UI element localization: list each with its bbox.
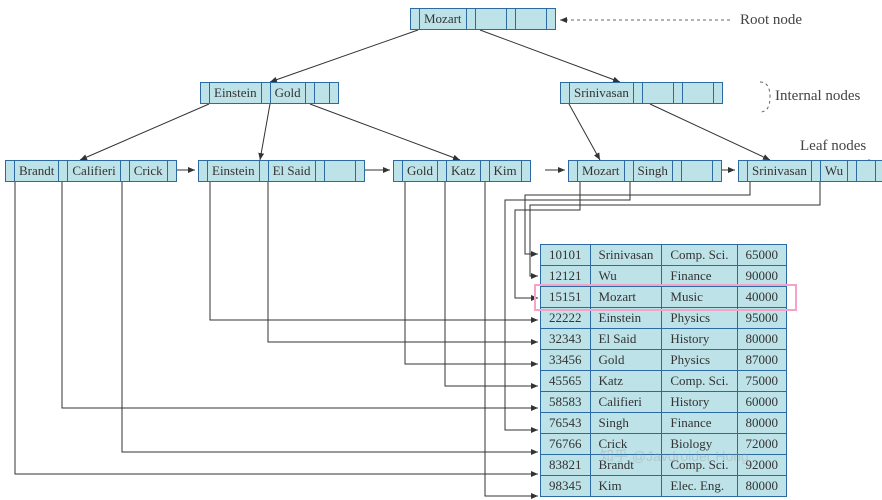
table-cell-salary: 65000	[737, 245, 787, 266]
leaf-node-1: Einstein El Said	[198, 160, 365, 182]
internal-0-key-1: Gold	[271, 83, 306, 103]
table-cell-dept: Physics	[662, 350, 737, 371]
table-cell-dept: Finance	[662, 413, 737, 434]
table-cell-salary: 75000	[737, 371, 787, 392]
leaf-node-2: Gold Katz Kim	[393, 160, 531, 182]
leaf-4-key-0: Srinivasan	[748, 161, 812, 181]
table-cell-id: 32343	[541, 329, 591, 350]
internal-label: Internal nodes	[775, 88, 860, 105]
leaf-2-key-1: Katz	[447, 161, 481, 181]
table-row: 32343El SaidHistory80000	[541, 329, 787, 350]
table-cell-name: Mozart	[590, 287, 662, 308]
table-row: 10101SrinivasanComp. Sci.65000	[541, 245, 787, 266]
table-cell-salary: 80000	[737, 476, 787, 497]
table-cell-name: Srinivasan	[590, 245, 662, 266]
root-key-0: Mozart	[420, 9, 467, 29]
table-row: 45565KatzComp. Sci.75000	[541, 371, 787, 392]
table-cell-id: 45565	[541, 371, 591, 392]
table-row: 58583CalifieriHistory60000	[541, 392, 787, 413]
table-cell-dept: Music	[662, 287, 737, 308]
table-cell-salary: 80000	[737, 413, 787, 434]
table-row: 98345KimElec. Eng.80000	[541, 476, 787, 497]
table-cell-name: Singh	[590, 413, 662, 434]
table-cell-dept: Comp. Sci.	[662, 245, 737, 266]
table-cell-id: 76543	[541, 413, 591, 434]
table-cell-salary: 40000	[737, 287, 787, 308]
root-node: Mozart	[410, 8, 556, 30]
table-cell-id: 15151	[541, 287, 591, 308]
leaf-2-key-2: Kim	[490, 161, 522, 181]
table-cell-id: 98345	[541, 476, 591, 497]
leaf-label: Leaf nodes	[800, 138, 866, 155]
table-cell-name: Wu	[590, 266, 662, 287]
table-cell-id: 10101	[541, 245, 591, 266]
leaf-node-4: Srinivasan Wu	[738, 160, 882, 182]
table-row: 15151MozartMusic40000	[541, 287, 787, 308]
leaf-node-0: Brandt Califieri Crick	[5, 160, 177, 182]
leaf-0-key-0: Brandt	[15, 161, 59, 181]
internal-node-1: Srinivasan	[560, 82, 723, 104]
table-cell-dept: Comp. Sci.	[662, 371, 737, 392]
table-row: 12121WuFinance90000	[541, 266, 787, 287]
leaf-1-key-0: Einstein	[208, 161, 260, 181]
leaf-3-key-0: Mozart	[578, 161, 625, 181]
table-cell-salary: 90000	[737, 266, 787, 287]
leaf-2-key-0: Gold	[403, 161, 438, 181]
table-cell-dept: History	[662, 329, 737, 350]
leaf-3-key-1: Singh	[634, 161, 673, 181]
table-cell-name: Katz	[590, 371, 662, 392]
root-label: Root node	[740, 12, 802, 29]
internal-1-key-0: Srinivasan	[570, 83, 634, 103]
table-cell-id: 83821	[541, 455, 591, 476]
internal-node-0: Einstein Gold	[200, 82, 339, 104]
table-cell-id: 12121	[541, 266, 591, 287]
leaf-1-key-1: El Said	[269, 161, 316, 181]
table-cell-id: 22222	[541, 308, 591, 329]
table-row: 33456GoldPhysics87000	[541, 350, 787, 371]
table-row: 22222EinsteinPhysics95000	[541, 308, 787, 329]
table-cell-dept: History	[662, 392, 737, 413]
table-cell-id: 58583	[541, 392, 591, 413]
table-cell-name: El Said	[590, 329, 662, 350]
table-cell-salary: 87000	[737, 350, 787, 371]
leaf-node-3: Mozart Singh	[568, 160, 722, 182]
leaf-4-key-1: Wu	[821, 161, 848, 181]
table-cell-dept: Physics	[662, 308, 737, 329]
table-cell-name: Califieri	[590, 392, 662, 413]
leaf-0-key-1: Califieri	[68, 161, 120, 181]
table-cell-id: 76766	[541, 434, 591, 455]
table-row: 76543SinghFinance80000	[541, 413, 787, 434]
table-cell-dept: Elec. Eng.	[662, 476, 737, 497]
table-cell-dept: Finance	[662, 266, 737, 287]
table-cell-name: Gold	[590, 350, 662, 371]
table-cell-salary: 80000	[737, 329, 787, 350]
table-cell-name: Einstein	[590, 308, 662, 329]
table-cell-name: Kim	[590, 476, 662, 497]
leaf-0-key-2: Crick	[130, 161, 168, 181]
table-cell-salary: 95000	[737, 308, 787, 329]
internal-0-key-0: Einstein	[210, 83, 262, 103]
table-cell-salary: 60000	[737, 392, 787, 413]
watermark: 知乎 @Javdroider Hong	[600, 446, 749, 466]
table-cell-id: 33456	[541, 350, 591, 371]
